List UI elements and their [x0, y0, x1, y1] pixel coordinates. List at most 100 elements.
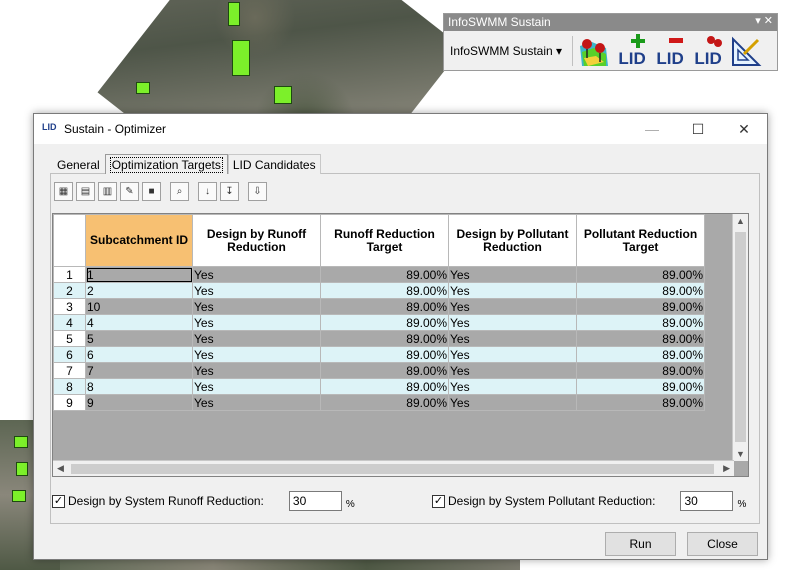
close-button[interactable]: Close — [687, 532, 758, 556]
pollutant-design-cell[interactable]: Yes — [448, 314, 577, 331]
pollutant-target-cell[interactable]: 89.00% — [576, 378, 705, 395]
close-icon[interactable]: ✕ — [721, 114, 767, 144]
pollutant-design-cell[interactable]: Yes — [448, 394, 577, 411]
table-row[interactable]: 5 5 Yes 89.00% Yes 89.00% — [53, 330, 705, 347]
row-number[interactable]: 6 — [53, 346, 86, 363]
pollutant-design-cell[interactable]: Yes — [448, 330, 577, 347]
row-number[interactable]: 4 — [53, 314, 86, 331]
lid-add-button[interactable]: LID — [615, 34, 649, 68]
subcatchment-polygon[interactable] — [228, 2, 240, 26]
subcatchment-polygon[interactable] — [12, 490, 26, 502]
scroll-thumb[interactable] — [735, 232, 746, 442]
tab-lid-candidates[interactable]: LID Candidates — [227, 154, 321, 174]
runoff-target-cell[interactable]: 89.00% — [320, 314, 449, 331]
dialog-titlebar[interactable]: LID Sustain - Optimizer — ☐ ✕ — [34, 114, 767, 144]
pollutant-design-cell[interactable]: Yes — [448, 282, 577, 299]
system-pollutant-checkbox[interactable]: ✓ — [432, 494, 445, 508]
row-number[interactable]: 3 — [53, 298, 86, 315]
row-number[interactable]: 9 — [53, 394, 86, 411]
subcatchment-id-cell[interactable]: 7 — [85, 362, 193, 379]
add-row-icon[interactable]: ▦ — [54, 182, 73, 201]
lid-remove-button[interactable]: LID — [653, 34, 687, 68]
table-row[interactable]: 2 2 Yes 89.00% Yes 89.00% — [53, 282, 705, 299]
sort-descending-icon[interactable]: ↧ — [220, 182, 239, 201]
runoff-target-cell[interactable]: 89.00% — [320, 394, 449, 411]
column-header[interactable]: Design by Pollutant Reduction — [448, 214, 577, 267]
column-header[interactable]: Pollutant Reduction Target — [576, 214, 705, 267]
runoff-design-cell[interactable]: Yes — [192, 266, 321, 283]
pollutant-target-cell[interactable]: 89.00% — [576, 314, 705, 331]
pollutant-target-cell[interactable]: 89.00% — [576, 298, 705, 315]
subcatchment-id-cell[interactable]: 6 — [85, 346, 193, 363]
runoff-design-cell[interactable]: Yes — [192, 314, 321, 331]
table-row[interactable]: 9 9 Yes 89.00% Yes 89.00% — [53, 394, 705, 411]
subcatchment-id-cell[interactable]: 2 — [85, 282, 193, 299]
subcatchment-polygon[interactable] — [232, 40, 250, 76]
pollutant-design-cell[interactable]: Yes — [448, 346, 577, 363]
optimizer-button[interactable] — [729, 34, 763, 68]
infoswmm-sustain-dropdown[interactable]: InfoSWMM Sustain ▾ — [450, 36, 574, 66]
pollutant-target-cell[interactable]: 89.00% — [576, 394, 705, 411]
pollutant-target-cell[interactable]: 89.00% — [576, 362, 705, 379]
runoff-target-cell[interactable]: 89.00% — [320, 266, 449, 283]
export-icon[interactable]: ⇩ — [248, 182, 267, 201]
pollutant-design-cell[interactable]: Yes — [448, 362, 577, 379]
pollutant-design-cell[interactable]: Yes — [448, 378, 577, 395]
subcatchment-id-cell[interactable]: 4 — [85, 314, 193, 331]
vertical-scrollbar[interactable]: ▲ ▼ — [732, 214, 748, 461]
pollutant-design-cell[interactable]: Yes — [448, 298, 577, 315]
save-icon[interactable]: ■ — [142, 182, 161, 201]
maximize-button[interactable]: ☐ — [675, 114, 721, 144]
column-header[interactable]: Subcatchment ID — [85, 214, 193, 267]
scroll-up-icon[interactable]: ▲ — [736, 216, 745, 226]
table-row[interactable]: 3 10 Yes 89.00% Yes 89.00% — [53, 298, 705, 315]
search-icon[interactable]: ⌕ — [170, 182, 189, 201]
horizontal-scrollbar[interactable]: ◀ ▶ — [53, 460, 734, 476]
pollutant-design-cell[interactable]: Yes — [448, 266, 577, 283]
system-runoff-checkbox[interactable]: ✓ — [52, 494, 65, 508]
pollutant-target-cell[interactable]: 89.00% — [576, 330, 705, 347]
table-row[interactable]: 4 4 Yes 89.00% Yes 89.00% — [53, 314, 705, 331]
runoff-target-cell[interactable]: 89.00% — [320, 282, 449, 299]
subcatchment-polygon[interactable] — [274, 86, 292, 104]
table-row[interactable]: 8 8 Yes 89.00% Yes 89.00% — [53, 378, 705, 395]
runoff-target-cell[interactable]: 89.00% — [320, 346, 449, 363]
subcatchment-polygon[interactable] — [14, 436, 28, 448]
minimize-button[interactable]: — — [629, 114, 675, 144]
lid-locate-button[interactable]: LID — [691, 34, 725, 68]
runoff-design-cell[interactable]: Yes — [192, 362, 321, 379]
runoff-design-cell[interactable]: Yes — [192, 282, 321, 299]
row-number[interactable]: 5 — [53, 330, 86, 347]
table-row[interactable]: 7 7 Yes 89.00% Yes 89.00% — [53, 362, 705, 379]
runoff-target-cell[interactable]: 89.00% — [320, 330, 449, 347]
runoff-design-cell[interactable]: Yes — [192, 394, 321, 411]
subcatchment-id-cell[interactable]: 10 — [85, 298, 193, 315]
row-number[interactable]: 7 — [53, 362, 86, 379]
pollutant-target-cell[interactable]: 89.00% — [576, 282, 705, 299]
tab-optimization-targets[interactable]: Optimization Targets — [104, 154, 228, 174]
toolbar-window-controls[interactable]: ▾ ✕ — [755, 14, 773, 27]
run-button[interactable]: Run — [605, 532, 676, 556]
subcatchment-id-cell[interactable]: 9 — [85, 394, 193, 411]
column-header[interactable]: Runoff Reduction Target — [320, 214, 449, 267]
scroll-left-icon[interactable]: ◀ — [57, 463, 64, 474]
subcatchment-polygon[interactable] — [16, 462, 28, 476]
system-pollutant-input[interactable]: 30 — [680, 491, 734, 511]
scroll-down-icon[interactable]: ▼ — [736, 449, 745, 459]
pollutant-target-cell[interactable]: 89.00% — [576, 266, 705, 283]
pollutant-target-cell[interactable]: 89.00% — [576, 346, 705, 363]
toolbar-titlebar[interactable]: InfoSWMM Sustain ▾ ✕ — [444, 14, 777, 31]
subcatchment-id-cell[interactable]: 1 — [85, 266, 193, 283]
runoff-design-cell[interactable]: Yes — [192, 298, 321, 315]
runoff-target-cell[interactable]: 89.00% — [320, 378, 449, 395]
row-number[interactable]: 8 — [53, 378, 86, 395]
table-row[interactable]: 1 1 Yes 89.00% Yes 89.00% — [53, 266, 705, 283]
scroll-right-icon[interactable]: ▶ — [723, 463, 730, 474]
runoff-design-cell[interactable]: Yes — [192, 346, 321, 363]
scroll-thumb[interactable] — [71, 464, 714, 474]
column-header[interactable]: Design by Runoff Reduction — [192, 214, 321, 267]
runoff-design-cell[interactable]: Yes — [192, 330, 321, 347]
subcatchment-polygon[interactable] — [136, 82, 150, 94]
edit-table-icon[interactable]: ✎ — [120, 182, 139, 201]
runoff-target-cell[interactable]: 89.00% — [320, 362, 449, 379]
